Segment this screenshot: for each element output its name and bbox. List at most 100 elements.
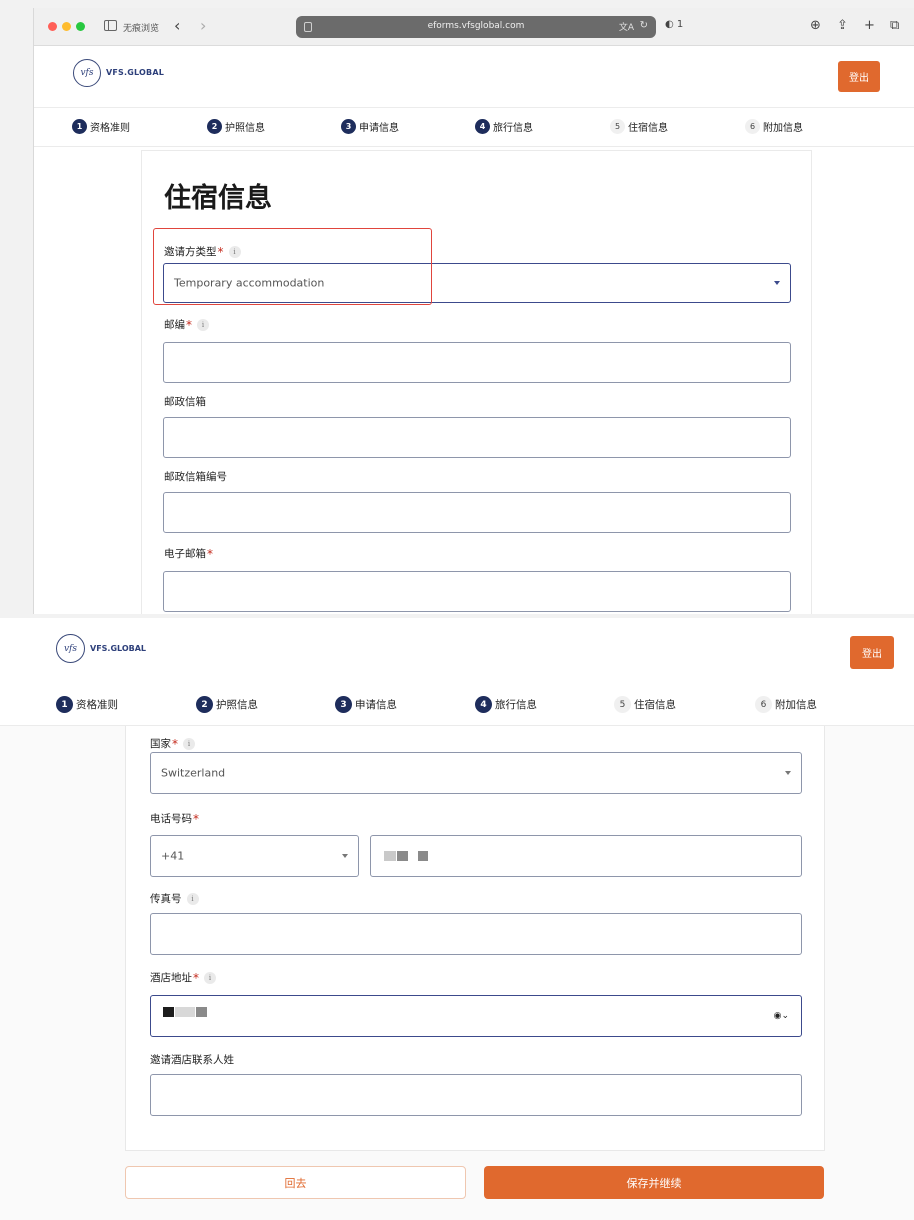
step-label: 住宿信息 bbox=[628, 123, 668, 134]
po-box-number-label: 邮政信箱编号 bbox=[164, 469, 227, 484]
forward-arrow-icon[interactable]: › bbox=[200, 16, 206, 35]
step-label: 申请信息 bbox=[359, 123, 399, 134]
hotel-contact-surname-input[interactable] bbox=[150, 1074, 802, 1116]
tab-overview-icon[interactable]: ⧉ bbox=[890, 18, 899, 33]
translate-icon[interactable]: 文A bbox=[619, 20, 634, 33]
back-arrow-icon[interactable]: ‹ bbox=[174, 16, 180, 35]
info-icon[interactable]: i bbox=[197, 318, 209, 331]
logout-button[interactable]: 登出 bbox=[838, 61, 880, 92]
step-number: 3 bbox=[335, 696, 352, 713]
phone-code-value: +41 bbox=[161, 849, 185, 863]
redacted-text bbox=[196, 1007, 207, 1017]
share-icon[interactable]: ⇪ bbox=[837, 18, 848, 33]
sidebar-toggle-icon[interactable] bbox=[104, 20, 117, 31]
close-window-button[interactable] bbox=[48, 22, 57, 31]
country-value: Switzerland bbox=[161, 766, 226, 780]
step-number: 5 bbox=[614, 696, 631, 713]
postcode-input[interactable] bbox=[163, 342, 791, 383]
contact-autofill-icon[interactable]: ◉⌄ bbox=[774, 1011, 789, 1021]
step-travel[interactable]: 4 旅行信息 bbox=[475, 119, 533, 134]
step-label: 申请信息 bbox=[355, 699, 397, 711]
step-number: 2 bbox=[196, 696, 213, 713]
step-number: 4 bbox=[475, 119, 490, 134]
email-label: 电子邮箱 * bbox=[164, 546, 213, 561]
back-button[interactable]: 回去 bbox=[125, 1166, 466, 1199]
country-select[interactable]: Switzerland bbox=[150, 752, 802, 794]
phone-country-code-select[interactable]: +41 bbox=[150, 835, 359, 877]
minimize-window-button[interactable] bbox=[62, 22, 71, 31]
vfs-logo-icon: vfs bbox=[73, 59, 101, 87]
progress-steps: 1 资格准则 2 护照信息 3 申请信息 4 旅行信息 5 住宿信息 6 附加信… bbox=[34, 109, 914, 147]
download-icon[interactable]: ⊕ bbox=[810, 18, 821, 33]
label-text: 邮政信箱 bbox=[164, 396, 206, 408]
step-number: 1 bbox=[56, 696, 73, 713]
step-accommodation[interactable]: 5 住宿信息 bbox=[610, 119, 668, 134]
step-eligibility[interactable]: 1 资格准则 bbox=[72, 119, 130, 134]
privacy-shield-icon[interactable]: ◐ 1 bbox=[665, 19, 683, 30]
step-label: 护照信息 bbox=[225, 123, 265, 134]
step-accommodation[interactable]: 5 住宿信息 bbox=[614, 696, 676, 713]
chevron-down-icon bbox=[342, 854, 348, 858]
chevron-down-icon bbox=[785, 771, 791, 775]
form-card: 住宿信息 邀请方类型 * i Temporary accommodation 邮编 *… bbox=[141, 150, 812, 614]
step-number: 6 bbox=[755, 696, 772, 713]
label-text: 电话号码 bbox=[150, 813, 192, 825]
address-bar[interactable]: eforms.vfsglobal.com 文A ↻ bbox=[296, 16, 656, 38]
label-text: 电子邮箱 bbox=[164, 548, 206, 560]
new-tab-icon[interactable]: + bbox=[864, 18, 875, 33]
step-eligibility[interactable]: 1 资格准则 bbox=[56, 696, 118, 713]
annotation-highlight-box bbox=[153, 228, 432, 305]
required-mark: * bbox=[207, 546, 213, 561]
country-label: 国家 * i bbox=[150, 736, 195, 751]
site-header: vfs VFS.GLOBAL 登出 bbox=[0, 618, 914, 680]
postcode-label: 邮编 * i bbox=[164, 317, 209, 332]
chevron-down-icon bbox=[774, 281, 780, 285]
po-box-input[interactable] bbox=[163, 417, 791, 458]
required-mark: * bbox=[186, 317, 192, 332]
step-number: 3 bbox=[341, 119, 356, 134]
info-icon[interactable]: i bbox=[204, 971, 216, 984]
step-passport[interactable]: 2 护照信息 bbox=[196, 696, 258, 713]
step-additional[interactable]: 6 附加信息 bbox=[745, 119, 803, 134]
step-number: 2 bbox=[207, 119, 222, 134]
label-text: 酒店地址 bbox=[150, 972, 192, 984]
phone-number-input[interactable] bbox=[370, 835, 802, 877]
step-number: 6 bbox=[745, 119, 760, 134]
step-label: 旅行信息 bbox=[493, 123, 533, 134]
hotel-contact-surname-label: 邀请酒店联系人姓 bbox=[150, 1052, 234, 1067]
step-label: 住宿信息 bbox=[634, 699, 676, 711]
maximize-window-button[interactable] bbox=[76, 22, 85, 31]
step-travel[interactable]: 4 旅行信息 bbox=[475, 696, 537, 713]
screenshot-top: 无痕浏览 ‹ › eforms.vfsglobal.com 文A ↻ ◐ 1 ⊕… bbox=[33, 8, 914, 614]
redacted-text bbox=[175, 1007, 195, 1017]
step-passport[interactable]: 2 护照信息 bbox=[207, 119, 265, 134]
info-icon[interactable]: i bbox=[186, 892, 199, 905]
step-application[interactable]: 3 申请信息 bbox=[341, 119, 399, 134]
step-additional[interactable]: 6 附加信息 bbox=[755, 696, 817, 713]
info-icon[interactable]: i bbox=[183, 737, 195, 750]
step-label: 旅行信息 bbox=[495, 699, 537, 711]
step-application[interactable]: 3 申请信息 bbox=[335, 696, 397, 713]
label-text: 邮编 bbox=[164, 319, 185, 331]
save-and-continue-button[interactable]: 保存并继续 bbox=[484, 1166, 824, 1199]
hotel-address-input[interactable]: ◉⌄ bbox=[150, 995, 802, 1037]
logo-text: VFS.GLOBAL bbox=[106, 68, 165, 77]
po-box-number-input[interactable] bbox=[163, 492, 791, 533]
label-text: 邀请酒店联系人姓 bbox=[150, 1054, 234, 1066]
email-input[interactable] bbox=[163, 571, 791, 612]
logout-button[interactable]: 登出 bbox=[850, 636, 894, 669]
form-card: 国家 * i Switzerland 电话号码 * +41 传真号 i 酒店地址 * i bbox=[125, 726, 825, 1151]
step-number: 1 bbox=[72, 119, 87, 134]
fax-input[interactable] bbox=[150, 913, 802, 955]
screenshot-bottom: vfs VFS.GLOBAL 登出 1 资格准则 2 护照信息 3 申请信息 4… bbox=[0, 618, 914, 1220]
reload-icon[interactable]: ↻ bbox=[640, 20, 648, 31]
shield-count: 1 bbox=[676, 19, 684, 30]
step-number: 4 bbox=[475, 696, 492, 713]
required-mark: * bbox=[193, 970, 199, 985]
vfs-logo-icon: vfs bbox=[56, 634, 85, 663]
step-label: 附加信息 bbox=[775, 699, 817, 711]
label-text: 国家 bbox=[150, 738, 171, 750]
step-number: 5 bbox=[610, 119, 625, 134]
progress-steps: 1 资格准则 2 护照信息 3 申请信息 4 旅行信息 5 住宿信息 6 附加信… bbox=[0, 680, 914, 726]
private-browsing-label: 无痕浏览 bbox=[123, 24, 160, 34]
